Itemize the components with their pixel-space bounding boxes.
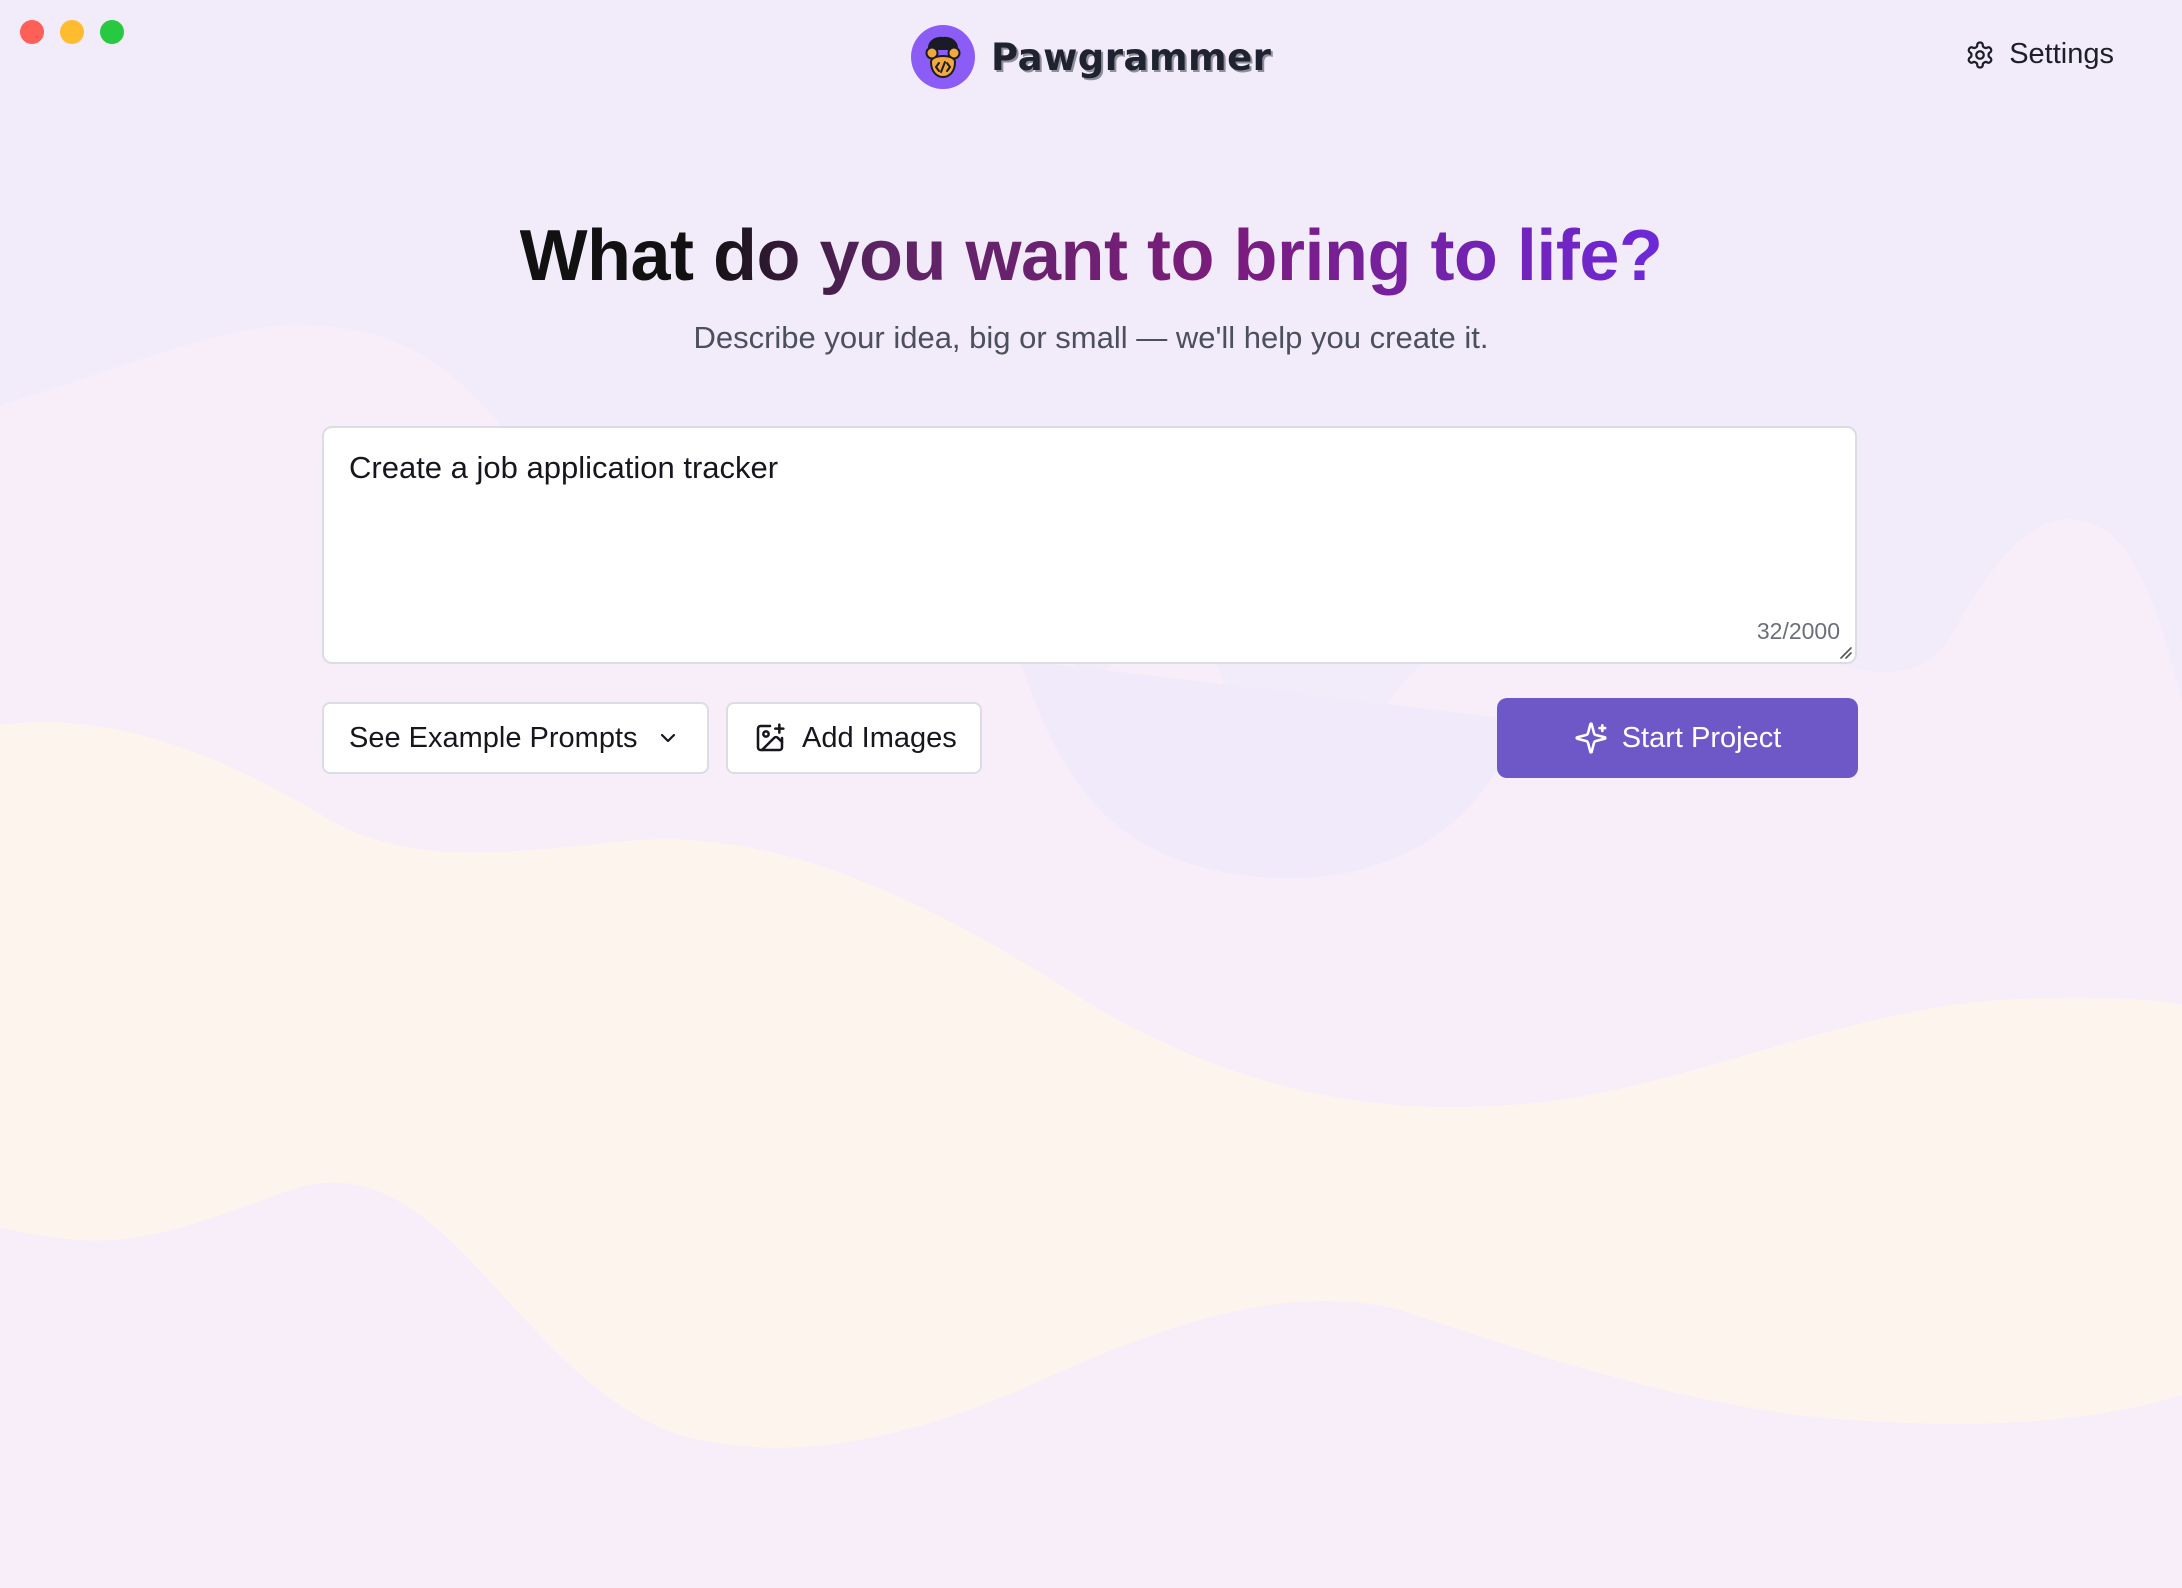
page-title-text: What do you want to bring to life?: [519, 216, 1663, 296]
image-add-icon: [756, 723, 785, 752]
paw-code-logo-icon: [911, 25, 975, 89]
prompt-text[interactable]: Create a job application tracker: [349, 450, 1830, 486]
window-controls: [20, 20, 124, 44]
page-title: What do you want to bring to life?: [0, 215, 2182, 297]
maximize-window-button[interactable]: [100, 20, 124, 44]
page-subtitle: Describe your idea, big or small — we'll…: [693, 320, 1489, 355]
gear-icon: [1967, 40, 1993, 69]
chevron-down-icon: [660, 733, 675, 743]
settings-button[interactable]: Settings: [1965, 38, 2114, 71]
sparkles-icon: [1575, 722, 1607, 754]
add-images-button[interactable]: Add Images: [726, 702, 982, 774]
brand-name: Pawgrammer: [991, 35, 1272, 79]
resize-handle-icon[interactable]: [1838, 645, 1852, 659]
close-window-button[interactable]: [20, 20, 44, 44]
char-counter: 32/2000: [1756, 618, 1840, 644]
brand: Pawgrammer: [911, 25, 1271, 89]
minimize-window-button[interactable]: [60, 20, 84, 44]
example-prompts-label: See Example Prompts: [349, 721, 638, 754]
example-prompts-button[interactable]: See Example Prompts: [322, 702, 709, 774]
add-images-label: Add Images: [802, 721, 957, 754]
start-project-label: Start Project: [1621, 721, 1782, 754]
start-project-button[interactable]: Start Project: [1497, 698, 1858, 778]
prompt-input[interactable]: Create a job application tracker 32/2000: [322, 426, 1857, 664]
settings-label: Settings: [2009, 38, 2114, 70]
